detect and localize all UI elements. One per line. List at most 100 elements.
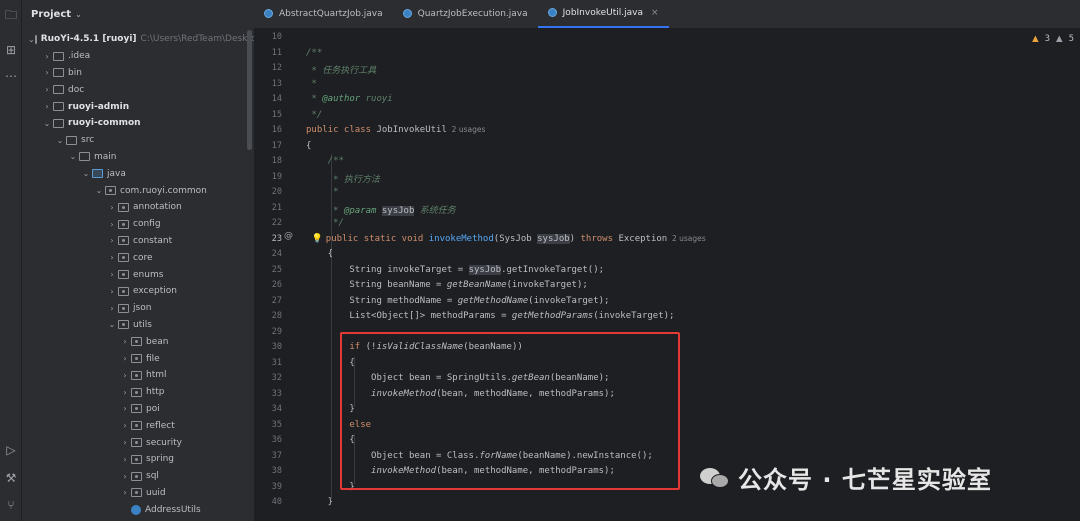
folder-icon xyxy=(53,68,64,78)
package-icon xyxy=(118,286,129,296)
tree-item[interactable]: ⌄ utils xyxy=(22,317,254,334)
line-number: 15 xyxy=(271,109,282,120)
collapse-arrow-icon[interactable]: › xyxy=(119,371,131,380)
collapse-arrow-icon[interactable]: › xyxy=(119,472,131,481)
tree-item-label: .idea xyxy=(68,51,91,62)
chevron-down-icon[interactable]: ⌄ xyxy=(75,10,82,19)
package-icon xyxy=(118,236,129,246)
expand-arrow-icon[interactable]: ⌄ xyxy=(41,119,53,128)
tree-item[interactable]: ⌄ java xyxy=(22,165,254,182)
code-line: List<Object[]> methodParams = getMethodP… xyxy=(306,311,675,321)
tree-item[interactable]: › config xyxy=(22,216,254,233)
expand-arrow-icon[interactable]: ⌄ xyxy=(80,169,92,178)
package-icon xyxy=(118,219,129,229)
code-line: * 任务执行工具 xyxy=(306,66,377,76)
folder-icon xyxy=(79,152,90,162)
override-marker-icon[interactable]: @ xyxy=(284,231,293,241)
project-tool-icon[interactable]: 🗀 xyxy=(3,7,19,23)
code-line: /** xyxy=(306,156,344,166)
code-line: */ xyxy=(306,218,344,228)
collapse-arrow-icon[interactable]: › xyxy=(106,253,118,262)
tree-item-label: uuid xyxy=(146,487,166,498)
tree-item[interactable]: › reflect xyxy=(22,417,254,434)
tree-item[interactable]: AddressUtils xyxy=(22,501,254,518)
collapse-arrow-icon[interactable]: › xyxy=(41,52,53,61)
expand-arrow-icon[interactable]: ⌄ xyxy=(93,186,105,195)
collapse-arrow-icon[interactable]: › xyxy=(119,438,131,447)
collapse-arrow-icon[interactable]: › xyxy=(106,220,118,229)
tree-item-label: html xyxy=(146,370,167,381)
tab-label: QuartzJobExecution.java xyxy=(417,8,528,19)
tree-item-label: ruoyi-admin xyxy=(68,101,130,112)
collapse-arrow-icon[interactable]: › xyxy=(119,354,131,363)
build-tool-icon[interactable]: ⚒ xyxy=(3,470,19,486)
package-icon xyxy=(131,471,142,481)
code-line: String beanName = getBeanName(invokeTarg… xyxy=(306,280,588,290)
inspection-widget[interactable]: ▲ 3 ▲ 5 xyxy=(1032,34,1074,44)
tree-item[interactable]: › ruoyi-admin xyxy=(22,98,254,115)
collapse-arrow-icon[interactable]: › xyxy=(106,287,118,296)
structure-tool-icon[interactable]: ⊞ xyxy=(3,42,19,58)
line-number: 13 xyxy=(271,78,282,89)
tree-item[interactable]: › uuid xyxy=(22,485,254,502)
collapse-arrow-icon[interactable]: › xyxy=(41,85,53,94)
collapse-arrow-icon[interactable]: › xyxy=(106,304,118,313)
git-tool-icon[interactable]: ⑂ xyxy=(3,497,19,513)
tree-item-label: sql xyxy=(146,471,159,482)
tree-item[interactable]: › http xyxy=(22,384,254,401)
tree-item[interactable]: › poi xyxy=(22,401,254,418)
collapse-arrow-icon[interactable]: › xyxy=(41,68,53,77)
more-tools-icon[interactable]: ⋯ xyxy=(3,68,19,84)
tree-item[interactable]: ⌄ main xyxy=(22,149,254,166)
code-line: * @param sysJob 系统任务 xyxy=(306,205,456,216)
collapse-arrow-icon[interactable]: › xyxy=(119,455,131,464)
collapse-arrow-icon[interactable]: › xyxy=(41,102,53,111)
collapse-arrow-icon[interactable]: › xyxy=(119,421,131,430)
collapse-arrow-icon[interactable]: › xyxy=(106,203,118,212)
project-scrollbar[interactable] xyxy=(247,30,252,150)
tree-item[interactable]: ⌄ src xyxy=(22,132,254,149)
tree-item[interactable]: › doc xyxy=(22,81,254,98)
tree-item[interactable]: › exception xyxy=(22,283,254,300)
collapse-arrow-icon[interactable]: › xyxy=(119,488,131,497)
tree-item[interactable]: › file xyxy=(22,350,254,367)
tree-item[interactable]: ⌄ com.ruoyi.common xyxy=(22,182,254,199)
expand-arrow-icon[interactable]: ⌄ xyxy=(106,320,118,329)
line-number: 29 xyxy=(271,326,282,337)
tree-item[interactable]: ⌄ ruoyi-common xyxy=(22,115,254,132)
collapse-arrow-icon[interactable]: › xyxy=(106,236,118,245)
editor-tab[interactable]: QuartzJobExecution.java xyxy=(393,0,538,28)
tree-item[interactable]: › bin xyxy=(22,65,254,82)
collapse-arrow-icon[interactable]: › xyxy=(106,270,118,279)
services-tool-icon[interactable]: ▷ xyxy=(3,442,19,458)
tree-item-label: spring xyxy=(146,454,175,465)
editor-tab[interactable]: AbstractQuartzJob.java xyxy=(254,0,393,28)
tree-item[interactable]: › constant xyxy=(22,233,254,250)
expand-arrow-icon[interactable]: ⌄ xyxy=(54,136,66,145)
collapse-arrow-icon[interactable]: › xyxy=(119,404,131,413)
collapse-arrow-icon[interactable]: › xyxy=(119,388,131,397)
project-panel-header[interactable]: Project ⌄ xyxy=(22,0,254,28)
collapse-arrow-icon[interactable]: › xyxy=(119,337,131,346)
tree-item[interactable]: › annotation xyxy=(22,199,254,216)
tree-item[interactable]: › html xyxy=(22,367,254,384)
project-panel: Project ⌄ ⌄ RuoYi-4.5.1 [ruoyi] C:\Users\R… xyxy=(22,0,254,521)
close-tab-icon[interactable]: × xyxy=(651,8,659,18)
editor-tab[interactable]: JobInvokeUtil.java × xyxy=(537,0,669,28)
tree-item[interactable]: › sql xyxy=(22,468,254,485)
tree-item[interactable]: › bean xyxy=(22,333,254,350)
tree-item[interactable]: › .idea xyxy=(22,48,254,65)
tree-item[interactable]: › enums xyxy=(22,266,254,283)
expand-arrow-icon[interactable]: ⌄ xyxy=(67,152,79,161)
tree-item[interactable]: › json xyxy=(22,300,254,317)
code-line: * @author ruoyi xyxy=(306,94,393,104)
tree-item-label: doc xyxy=(68,84,85,95)
tree-item[interactable]: ⌄ RuoYi-4.5.1 [ruoyi] C:\Users\RedTeam\Des… xyxy=(22,31,254,48)
warning-icon: ▲ xyxy=(1032,34,1039,44)
package-icon xyxy=(131,421,142,431)
tree-item[interactable]: › spring xyxy=(22,451,254,468)
tree-item[interactable]: › core xyxy=(22,249,254,266)
tree-item-label: poi xyxy=(146,403,160,414)
tree-item[interactable]: › security xyxy=(22,434,254,451)
expand-arrow-icon[interactable]: ⌄ xyxy=(28,35,35,44)
